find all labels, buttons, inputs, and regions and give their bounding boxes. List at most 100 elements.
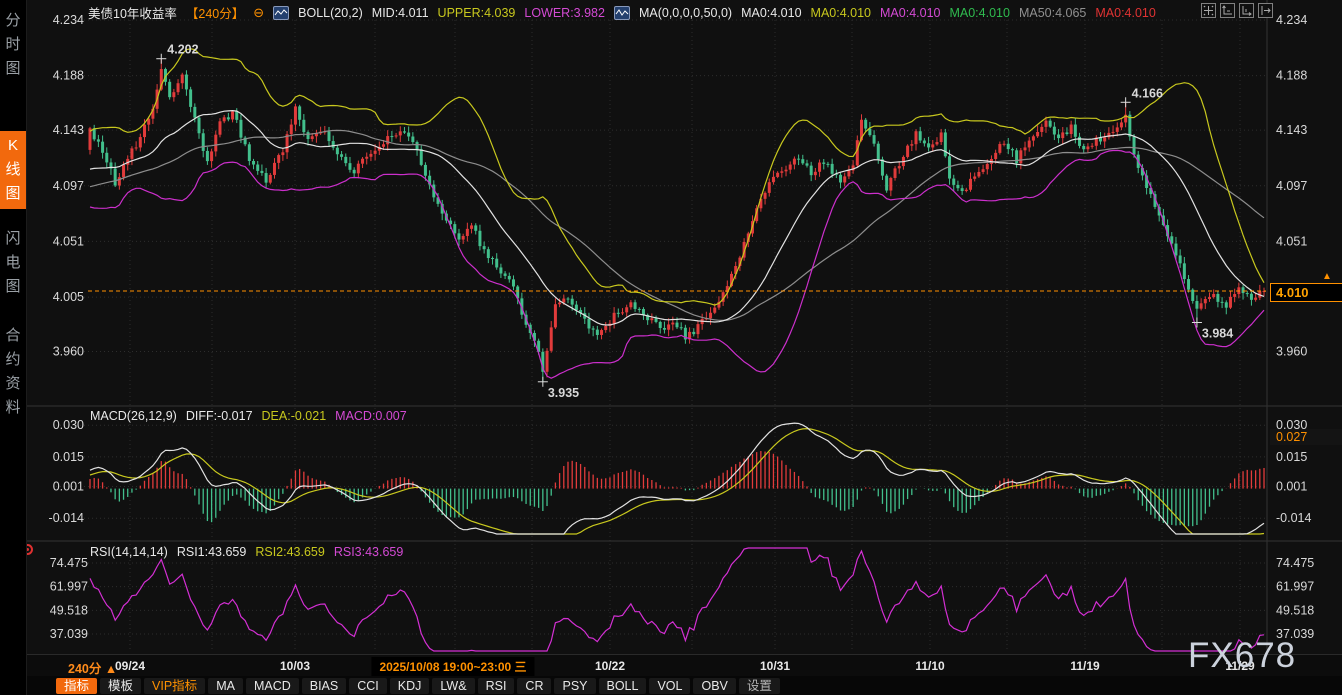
ma-values: MA0:4.010 MA0:4.010 MA0:4.010 MA0:4.010 MA50… [741, 6, 1156, 20]
instrument-title: 美债10年收益率 [88, 3, 177, 22]
macd-header: MACD(26,12,9) DIFF:-0.017 DEA:-0.021 MAC… [90, 409, 407, 423]
time-label: 09/24 [115, 659, 145, 673]
toolbar-tab-PSY[interactable]: PSY [554, 678, 595, 694]
toolbar-tab-设置[interactable]: 设置 [739, 678, 780, 694]
boll-name: BOLL(20,2) [298, 6, 363, 20]
axis-label: 61.997 [50, 580, 88, 594]
axis-label: 4.051 [1276, 234, 1307, 248]
marker-label-4.202: 4.202 [167, 43, 198, 57]
toolbar-tab-模板[interactable]: 模板 [100, 678, 141, 694]
axis-label: 49.518 [50, 603, 88, 617]
toolbar-tab-CR[interactable]: CR [517, 678, 551, 694]
sidebar-tab-2[interactable]: 闪电图 [0, 224, 26, 302]
axis-label: 61.997 [1276, 580, 1314, 594]
toolbar-tab-RSI[interactable]: RSI [478, 678, 515, 694]
macd-name: MACD(26,12,9) [90, 409, 177, 423]
rsi3-value: RSI3:43.659 [334, 545, 404, 559]
period-badge: 【240分】 [186, 3, 244, 22]
rsi1-value: RSI1:43.659 [177, 545, 247, 559]
axis-label: 74.475 [1276, 556, 1314, 570]
axis-label: 0.030 [53, 418, 84, 432]
axis-label: 4.143 [1276, 123, 1307, 137]
macd-diff: DIFF:-0.017 [186, 409, 253, 423]
axis-label: 4.143 [53, 123, 84, 137]
toolbar-tab-MA[interactable]: MA [208, 678, 243, 694]
time-label: 11/10 [915, 659, 944, 673]
toolbar-tab-VOL[interactable]: VOL [649, 678, 690, 694]
sidebar-tab-1[interactable]: K线图 [0, 131, 26, 209]
toolbar-tab-BOLL[interactable]: BOLL [599, 678, 647, 694]
chart-window-buttons [1201, 3, 1273, 18]
boll-upper: UPPER:4.039 [438, 6, 516, 20]
time-label: 11/19 [1070, 659, 1099, 673]
ma-indicator-icon [614, 6, 630, 20]
axis-label: 4.188 [1276, 69, 1307, 83]
axis-label: 37.039 [50, 627, 88, 641]
axis-label: 3.960 [53, 345, 84, 359]
time-label: 11/29 [1225, 659, 1254, 673]
crosshair-icon[interactable] [1201, 3, 1216, 18]
marker-label-3.935: 3.935 [548, 386, 579, 400]
pan-right-icon[interactable] [1258, 3, 1273, 18]
toolbar-tab-MACD[interactable]: MACD [246, 678, 299, 694]
axis-label: 4.097 [53, 179, 84, 193]
ma-value-2: MA0:4.010 [880, 6, 940, 20]
axis-label: 4.051 [53, 234, 84, 248]
selected-candle-time: 2025/10/08 19:00~23:00 三 [371, 657, 534, 676]
time-label: 10/31 [760, 659, 790, 673]
axis-label: 4.005 [53, 290, 84, 304]
axis-label: 4.097 [1276, 179, 1307, 193]
toolbar-tab-LW&[interactable]: LW& [432, 678, 474, 694]
sidebar-tab-0[interactable]: 分时图 [0, 6, 26, 84]
period-selector[interactable]: 240分 ▲ [68, 658, 117, 677]
axis-label: 4.234 [1276, 13, 1307, 27]
boll-lower: LOWER:3.982 [524, 6, 605, 20]
indicator-toolbar: 指标模板VIP指标MAMACDBIASCCIKDJLW&RSICRPSYBOLL… [26, 676, 1342, 695]
toolbar-tab-VIP指标[interactable]: VIP指标 [144, 678, 205, 694]
scale-y-axis-icon[interactable] [1220, 3, 1235, 18]
toolbar-tab-OBV[interactable]: OBV [693, 678, 735, 694]
ma-value-4: MA50:4.065 [1019, 6, 1086, 20]
scale-x-axis-icon[interactable] [1239, 3, 1254, 18]
trading-app-window: 4.202 3.935 4.166 3.984 4.234 4.234 4.188 4.188… [0, 0, 1342, 695]
axis-label: 4.188 [53, 69, 84, 83]
main-chart-header: 美债10年收益率 【240分】 ⊖ BOLL(20,2) MID:4.011 U… [88, 3, 1156, 22]
ma-value-1: MA0:4.010 [811, 6, 871, 20]
collapse-pane-icon[interactable]: ⊖ [253, 5, 264, 21]
rsi2-value: RSI2:43.659 [255, 545, 325, 559]
ma-value-5: MA0:4.010 [1095, 6, 1155, 20]
toolbar-tab-CCI[interactable]: CCI [349, 678, 387, 694]
macd-axis-value-box: 0.027 [1270, 429, 1342, 445]
marker-label-3.984: 3.984 [1202, 327, 1233, 341]
axis-label: 49.518 [1276, 603, 1314, 617]
axis-label: 0.001 [1276, 479, 1307, 493]
left-sidebar: 分时图 K线图闪电图合约资料 [0, 0, 27, 695]
rsi-header: RSI(14,14,14) RSI1:43.659 RSI2:43.659 RS… [90, 545, 403, 559]
toolbar-tab-指标[interactable]: 指标 [56, 678, 97, 694]
macd-dea: DEA:-0.021 [262, 409, 327, 423]
last-price-box: 4.010 [1270, 283, 1342, 302]
ma-value-3: MA0:4.010 [949, 6, 1009, 20]
axis-label: 4.234 [53, 13, 84, 27]
ma-value-0: MA0:4.010 [741, 6, 801, 20]
price-up-arrow-icon: ▲ [1322, 271, 1332, 282]
rsi-name: RSI(14,14,14) [90, 545, 168, 559]
axis-label: 3.960 [1276, 345, 1307, 359]
axis-label: 0.001 [53, 479, 84, 493]
sidebar-tab-3[interactable]: 合约资料 [0, 321, 26, 423]
marker-label-4.166: 4.166 [1132, 86, 1163, 100]
axis-label: 0.015 [1276, 450, 1307, 464]
time-label: 10/03 [280, 659, 310, 673]
toolbar-tab-BIAS[interactable]: BIAS [302, 678, 347, 694]
axis-label: -0.014 [49, 511, 84, 525]
axis-label: -0.014 [1276, 511, 1311, 525]
axis-label: 74.475 [50, 556, 88, 570]
ma-name: MA(0,0,0,0,50,0) [639, 6, 732, 20]
axis-label: 37.039 [1276, 627, 1314, 641]
macd-value: MACD:0.007 [335, 409, 407, 423]
toolbar-tab-KDJ[interactable]: KDJ [390, 678, 430, 694]
time-label: 10/22 [595, 659, 625, 673]
boll-mid: MID:4.011 [372, 6, 429, 20]
boll-indicator-icon [273, 6, 289, 20]
time-axis: 240分 ▲ 2025/10/08 19:00~23:00 三 09/24 10/… [26, 654, 1342, 677]
